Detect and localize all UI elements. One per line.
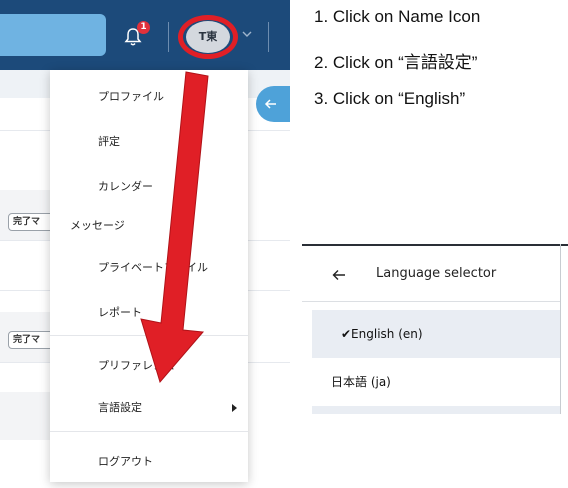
red-pointer-arrow — [140, 71, 209, 384]
panel-footer-band — [312, 406, 560, 414]
back-arrow-icon[interactable] — [332, 269, 346, 281]
language-option-english[interactable]: ✔English (en) — [312, 310, 560, 358]
panel-border — [560, 244, 561, 414]
language-selector-panel: Language selector ✔English (en) 日本語 (ja) — [302, 244, 568, 414]
instruction-step: 1. Click on Name Icon — [314, 7, 481, 26]
panel-border — [302, 244, 568, 246]
instruction-step: 3. Click on “English” — [314, 89, 466, 108]
language-option-japanese[interactable]: 日本語 (ja) — [312, 358, 560, 406]
language-selector-header: Language selector — [302, 248, 560, 302]
instruction-step: 2. Click on “言語設定” — [314, 53, 478, 72]
app-screenshot: 1 T東 完了マ 完了マ プロファイル 評定 カレンダー メッセージ プライベー… — [0, 0, 290, 488]
language-selector-title: Language selector — [376, 266, 497, 281]
